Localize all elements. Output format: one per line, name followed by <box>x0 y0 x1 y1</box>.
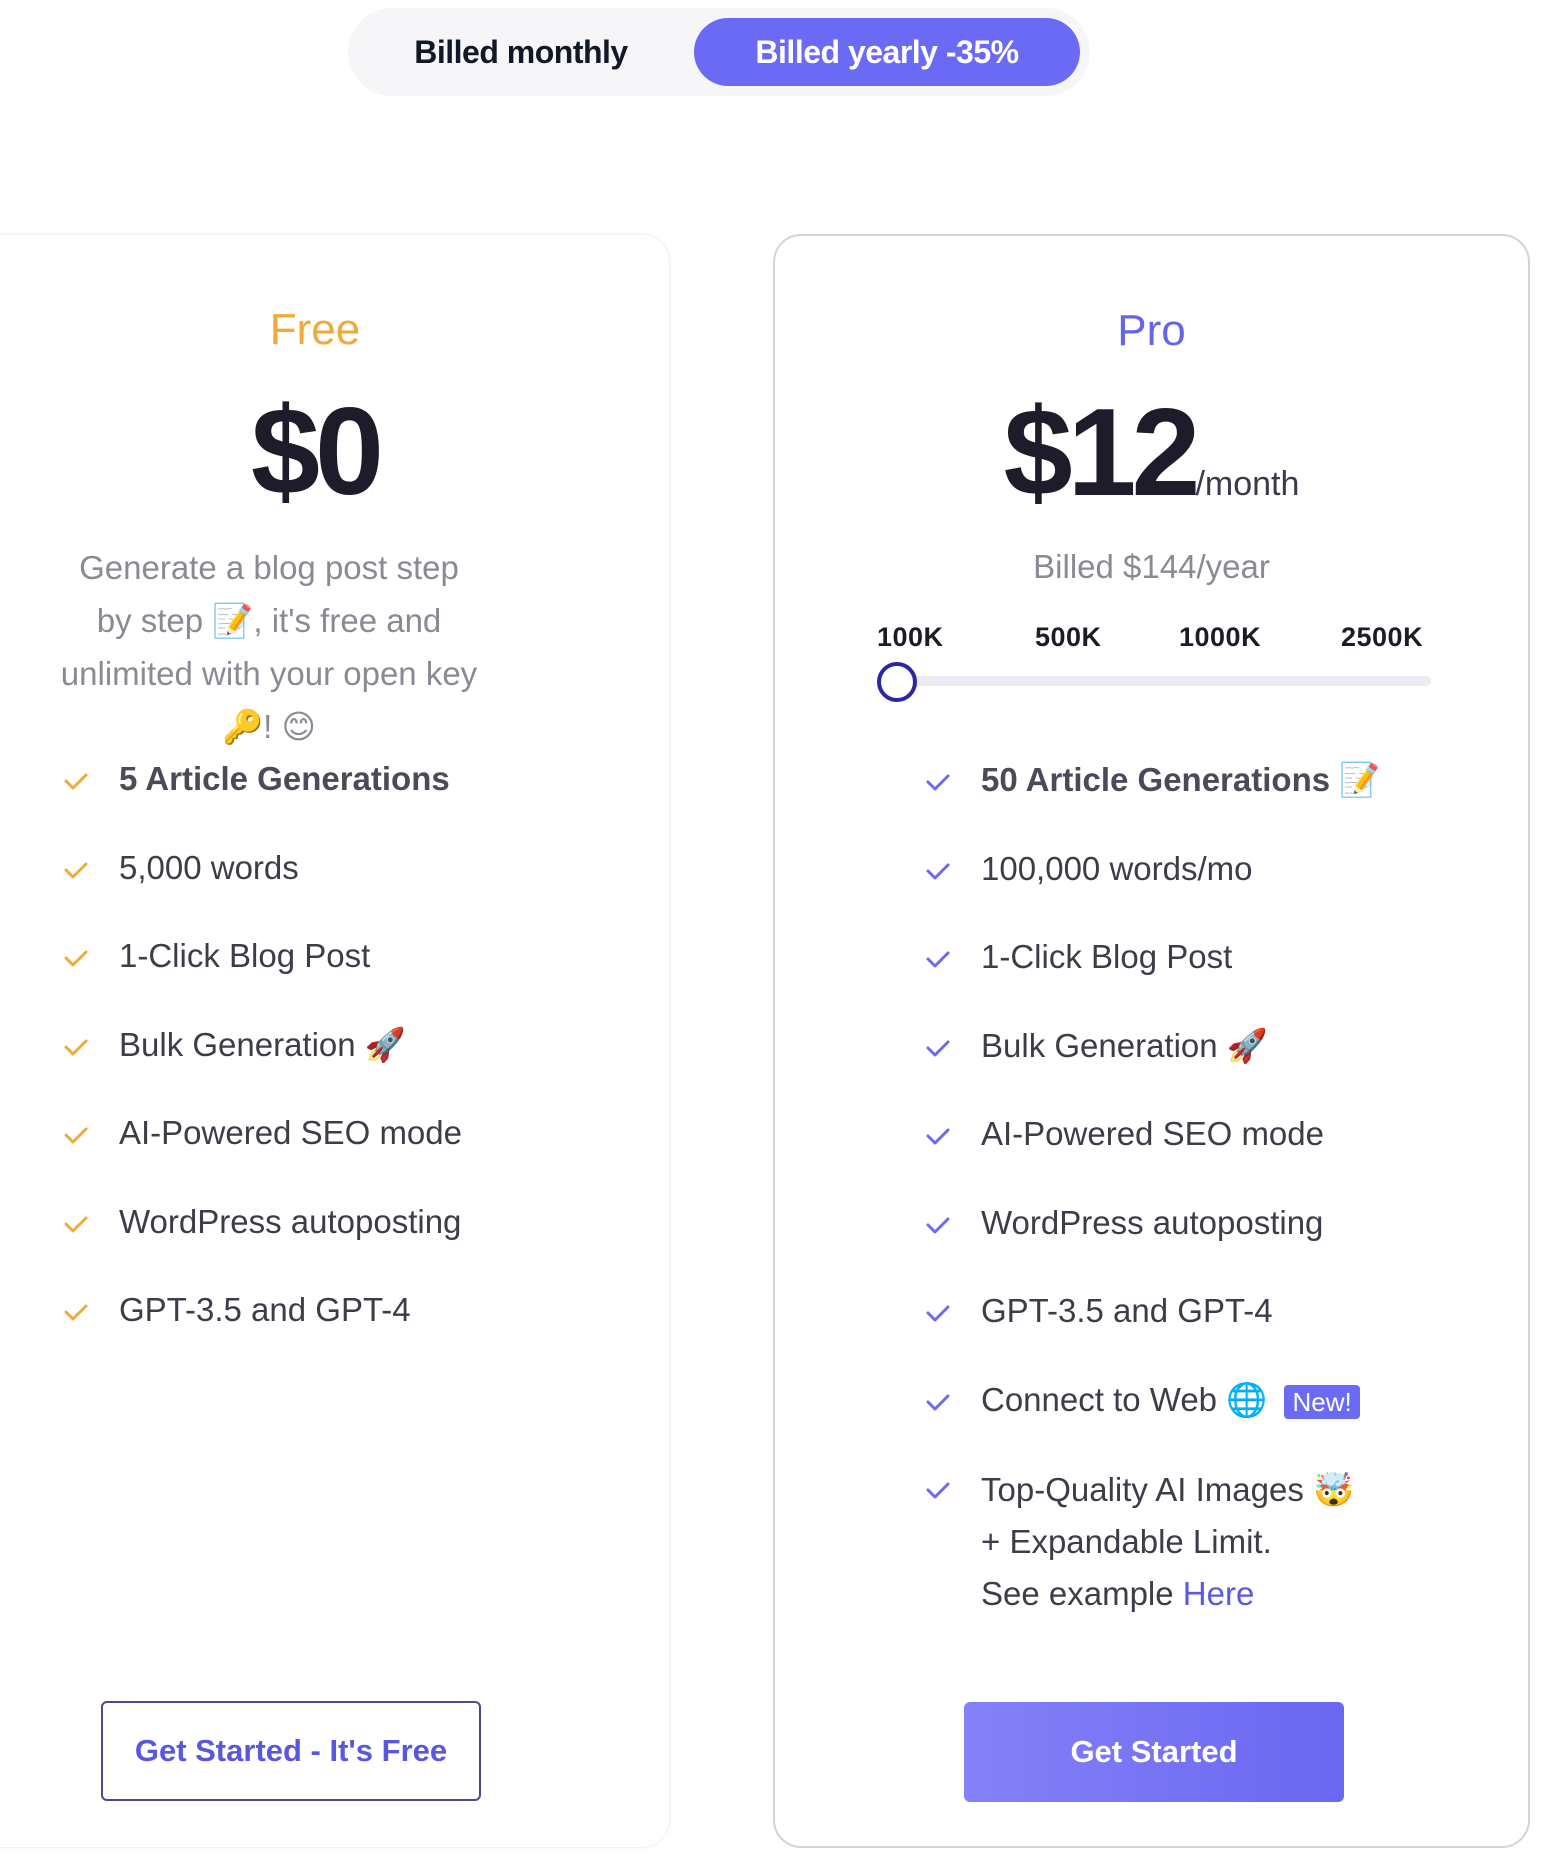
check-icon <box>926 1394 950 1410</box>
feature-label-line3: See example Here <box>981 1568 1505 1620</box>
feature-label: 1-Click Blog Post <box>981 938 1233 975</box>
billed-monthly-option[interactable]: Billed monthly <box>358 18 684 86</box>
check-icon <box>926 1305 950 1322</box>
billed-note: Billed $144/year <box>1033 548 1270 585</box>
plan-price: $12/month <box>775 376 1528 531</box>
slider-tick-2500k[interactable]: 2500K <box>1341 622 1423 653</box>
feature-item: 5,000 words <box>63 844 623 933</box>
feature-item: AI-Powered SEO mode <box>63 1109 623 1198</box>
feature-label: GPT-3.5 and GPT-4 <box>119 1291 411 1328</box>
billing-toggle: Billed monthly Billed yearly -35% <box>348 8 1090 96</box>
plan-name: Free <box>269 305 361 354</box>
feature-label: AI-Powered SEO mode <box>981 1115 1324 1152</box>
check-icon <box>926 1482 950 1499</box>
feature-label: 5,000 words <box>119 848 299 886</box>
check-icon <box>926 1128 950 1145</box>
check-icon <box>926 774 950 791</box>
feature-item: GPT-3.5 and GPT-4 <box>925 1287 1505 1376</box>
price-amount: $12 <box>1003 384 1201 522</box>
feature-label: 50 Article Generations 📝 <box>981 761 1381 798</box>
check-icon <box>64 950 88 967</box>
feature-label: WordPress autoposting <box>119 1202 462 1240</box>
feature-label: AI-Powered SEO mode <box>119 1114 462 1151</box>
price-period: /month <box>1195 465 1300 503</box>
plan-name: Pro <box>1117 306 1186 355</box>
check-icon <box>64 862 88 878</box>
example-here-link[interactable]: Here <box>1183 1575 1255 1612</box>
feature-item: Bulk Generation 🚀 <box>63 1021 623 1110</box>
feature-item: Top-Quality AI Images 🤯 + Expandable Lim… <box>925 1464 1505 1620</box>
feature-label: 1-Click Blog Post <box>119 937 371 974</box>
feature-item: 1-Click Blog Post <box>925 933 1505 1022</box>
feature-label: GPT-3.5 and GPT-4 <box>981 1292 1273 1329</box>
check-icon <box>926 863 950 879</box>
feature-label: Bulk Generation 🚀 <box>119 1025 406 1063</box>
feature-label: Connect to Web 🌐 <box>981 1380 1268 1418</box>
get-started-pro-button[interactable]: Get Started <box>964 1702 1344 1802</box>
check-icon <box>64 1304 88 1321</box>
plan-price: $0 <box>251 383 384 521</box>
check-icon <box>64 1216 88 1232</box>
feature-label: WordPress autoposting <box>981 1203 1324 1241</box>
feature-list: 5 Article Generations 5,000 words 1-Clic… <box>63 755 623 1375</box>
feature-label-line2: + Expandable Limit. <box>981 1523 1272 1560</box>
billed-yearly-option[interactable]: Billed yearly -35% <box>694 18 1080 86</box>
word-limit-slider-thumb[interactable] <box>877 662 917 702</box>
feature-item: GPT-3.5 and GPT-4 <box>63 1286 623 1375</box>
feature-item: 5 Article Generations <box>63 755 623 844</box>
feature-item: WordPress autoposting <box>925 1199 1505 1288</box>
check-icon <box>64 1039 88 1055</box>
free-plan-card: Free $0 Generate a blog post step by ste… <box>0 234 670 1848</box>
feature-item: 50 Article Generations 📝 <box>925 756 1505 845</box>
check-icon <box>64 773 88 790</box>
pro-plan-card: Pro $12/month Billed $144/year 100K 500K… <box>773 234 1530 1848</box>
feature-item: Bulk Generation 🚀 <box>925 1022 1505 1111</box>
feature-item: WordPress autoposting <box>63 1198 623 1287</box>
feature-list: 50 Article Generations 📝 100,000 words/m… <box>925 756 1505 1620</box>
slider-tick-100k[interactable]: 100K <box>877 622 944 653</box>
feature-label: 100,000 words/mo <box>981 849 1253 887</box>
feature-item: 100,000 words/mo <box>925 845 1505 934</box>
check-icon <box>926 1217 950 1233</box>
check-icon <box>64 1127 88 1144</box>
check-icon <box>926 1040 950 1056</box>
feature-item: AI-Powered SEO mode <box>925 1110 1505 1199</box>
word-limit-slider-track[interactable] <box>883 676 1431 686</box>
new-badge: New! <box>1284 1384 1360 1419</box>
slider-tick-500k[interactable]: 500K <box>1035 622 1102 653</box>
feature-label: Top-Quality AI Images 🤯 <box>981 1471 1355 1508</box>
check-icon <box>926 951 950 968</box>
feature-label: Bulk Generation 🚀 <box>981 1026 1268 1064</box>
feature-item: 1-Click Blog Post <box>63 932 623 1021</box>
get-started-free-button[interactable]: Get Started - It's Free <box>101 1701 481 1801</box>
see-example-text: See example <box>981 1575 1183 1612</box>
plan-description: Generate a blog post step by step 📝, it'… <box>60 549 478 745</box>
slider-tick-1000k[interactable]: 1000K <box>1179 622 1261 653</box>
feature-label: 5 Article Generations <box>119 760 450 797</box>
feature-item: Connect to Web 🌐 New! <box>925 1376 1505 1465</box>
